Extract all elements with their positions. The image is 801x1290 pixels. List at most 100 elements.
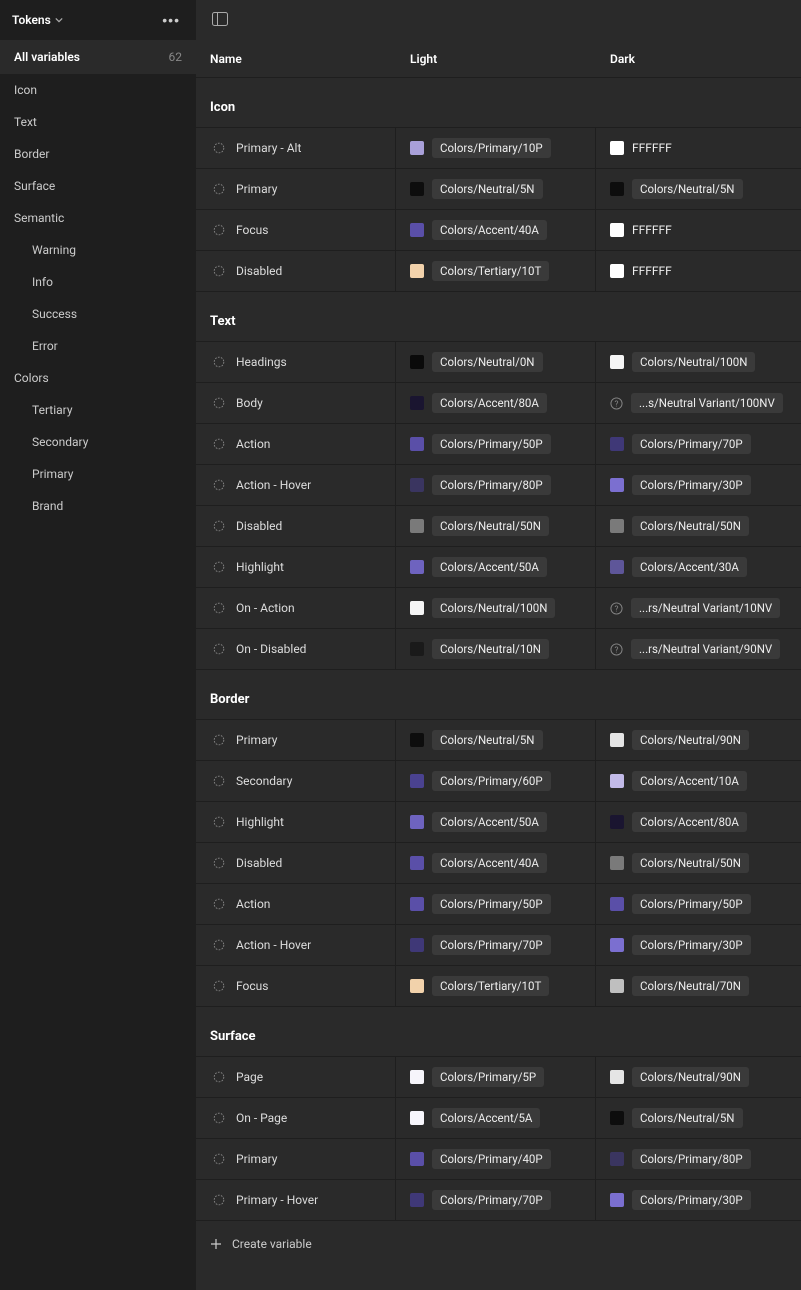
alias-chip[interactable]: Colors/Primary/5P	[432, 1067, 544, 1087]
cell-dark[interactable]: Colors/Neutral/90N	[596, 1057, 796, 1097]
variable-row[interactable]: SecondaryColors/Primary/60PColors/Accent…	[196, 761, 801, 802]
alias-chip[interactable]: Colors/Neutral/100N	[632, 352, 755, 372]
variable-row[interactable]: FocusColors/Accent/40AFFFFFF	[196, 210, 801, 251]
variable-row[interactable]: HeadingsColors/Neutral/0NColors/Neutral/…	[196, 342, 801, 383]
alias-chip[interactable]: Colors/Accent/50A	[432, 812, 547, 832]
alias-chip[interactable]: Colors/Primary/60P	[432, 771, 551, 791]
alias-chip[interactable]: Colors/Accent/80A	[632, 812, 747, 832]
variable-row[interactable]: Action - HoverColors/Primary/80PColors/P…	[196, 465, 801, 506]
variable-row[interactable]: Primary - AltColors/Primary/10PFFFFFF	[196, 128, 801, 169]
cell-dark[interactable]: ?...rs/Neutral Variant/10NV	[596, 588, 796, 628]
all-variables-row[interactable]: All variables 62	[0, 40, 196, 74]
alias-chip[interactable]: Colors/Accent/30A	[632, 557, 747, 577]
sidebar-item-error[interactable]: Error	[0, 330, 196, 362]
variable-row[interactable]: PrimaryColors/Primary/40PColors/Primary/…	[196, 1139, 801, 1180]
cell-light[interactable]: Colors/Primary/80P	[396, 465, 596, 505]
alias-chip[interactable]: Colors/Primary/50P	[632, 894, 751, 914]
group-header-border[interactable]: Border	[196, 670, 801, 719]
variable-row[interactable]: DisabledColors/Accent/40AColors/Neutral/…	[196, 843, 801, 884]
cell-light[interactable]: Colors/Neutral/10N	[396, 629, 596, 669]
alias-chip[interactable]: Colors/Primary/40P	[432, 1149, 551, 1169]
variable-row[interactable]: PrimaryColors/Neutral/5NColors/Neutral/9…	[196, 720, 801, 761]
sidebar-item-info[interactable]: Info	[0, 266, 196, 298]
alias-chip[interactable]: Colors/Primary/10P	[432, 138, 551, 158]
alias-chip[interactable]: Colors/Neutral/50N	[432, 516, 549, 536]
alias-chip[interactable]: Colors/Neutral/100N	[432, 598, 555, 618]
alias-chip[interactable]: Colors/Tertiary/10T	[432, 261, 549, 281]
more-button[interactable]: •••	[158, 8, 184, 32]
sidebar-item-tertiary[interactable]: Tertiary	[0, 394, 196, 426]
sidebar-item-border[interactable]: Border	[0, 138, 196, 170]
cell-light[interactable]: Colors/Primary/70P	[396, 925, 596, 965]
variable-row[interactable]: ActionColors/Primary/50PColors/Primary/5…	[196, 884, 801, 925]
variable-row[interactable]: FocusColors/Tertiary/10TColors/Neutral/7…	[196, 966, 801, 1007]
cell-dark[interactable]: Colors/Neutral/5N	[596, 169, 796, 209]
sidebar-item-success[interactable]: Success	[0, 298, 196, 330]
cell-dark[interactable]: Colors/Neutral/50N	[596, 843, 796, 883]
cell-dark[interactable]: Colors/Primary/50P	[596, 884, 796, 924]
alias-chip[interactable]: Colors/Neutral/90N	[632, 730, 749, 750]
alias-chip[interactable]: Colors/Neutral/90N	[632, 1067, 749, 1087]
cell-dark[interactable]: Colors/Neutral/100N	[596, 342, 796, 382]
alias-chip[interactable]: Colors/Neutral/5N	[432, 730, 543, 750]
alias-chip[interactable]: Colors/Primary/80P	[632, 1149, 751, 1169]
alias-chip[interactable]: Colors/Primary/50P	[432, 894, 551, 914]
alias-chip[interactable]: Colors/Accent/10A	[632, 771, 747, 791]
variable-row[interactable]: On - DisabledColors/Neutral/10N?...rs/Ne…	[196, 629, 801, 670]
group-header-surface[interactable]: Surface	[196, 1007, 801, 1056]
alias-chip[interactable]: ...rs/Neutral Variant/10NV	[631, 598, 780, 618]
cell-light[interactable]: Colors/Tertiary/10T	[396, 251, 596, 291]
alias-chip[interactable]: Colors/Accent/5A	[432, 1108, 540, 1128]
cell-dark[interactable]: FFFFFF	[596, 210, 796, 250]
alias-chip[interactable]: ...rs/Neutral Variant/90NV	[631, 639, 780, 659]
cell-light[interactable]: Colors/Accent/40A	[396, 843, 596, 883]
cell-light[interactable]: Colors/Primary/50P	[396, 424, 596, 464]
cell-dark[interactable]: ?...s/Neutral Variant/100NV	[596, 383, 796, 423]
alias-chip[interactable]: Colors/Primary/30P	[632, 475, 751, 495]
sidebar-item-brand[interactable]: Brand	[0, 490, 196, 522]
cell-light[interactable]: Colors/Primary/10P	[396, 128, 596, 168]
sidebar-item-surface[interactable]: Surface	[0, 170, 196, 202]
variable-row[interactable]: On - PageColors/Accent/5AColors/Neutral/…	[196, 1098, 801, 1139]
alias-chip[interactable]: Colors/Primary/70P	[432, 1190, 551, 1210]
alias-chip[interactable]: Colors/Neutral/50N	[632, 853, 749, 873]
alias-chip[interactable]: Colors/Neutral/5N	[632, 1108, 743, 1128]
sidebar-item-primary[interactable]: Primary	[0, 458, 196, 490]
variable-row[interactable]: PageColors/Primary/5PColors/Neutral/90N	[196, 1057, 801, 1098]
cell-dark[interactable]: Colors/Primary/30P	[596, 465, 796, 505]
cell-dark[interactable]: Colors/Neutral/70N	[596, 966, 796, 1006]
sidebar-item-colors[interactable]: Colors	[0, 362, 196, 394]
alias-chip[interactable]: Colors/Primary/80P	[432, 475, 551, 495]
cell-light[interactable]: Colors/Primary/5P	[396, 1057, 596, 1097]
cell-light[interactable]: Colors/Neutral/5N	[396, 169, 596, 209]
group-header-icon[interactable]: Icon	[196, 78, 801, 127]
cell-dark[interactable]: FFFFFF	[596, 251, 796, 291]
cell-light[interactable]: Colors/Primary/60P	[396, 761, 596, 801]
hex-value[interactable]: FFFFFF	[632, 264, 672, 278]
cell-dark[interactable]: ?...rs/Neutral Variant/90NV	[596, 629, 796, 669]
cell-light[interactable]: Colors/Neutral/0N	[396, 342, 596, 382]
col-header-dark[interactable]: Dark	[596, 52, 796, 66]
variable-row[interactable]: On - ActionColors/Neutral/100N?...rs/Neu…	[196, 588, 801, 629]
alias-chip[interactable]: Colors/Neutral/5N	[632, 179, 743, 199]
sidebar-toggle-button[interactable]	[208, 8, 232, 33]
create-variable-button[interactable]: Create variable	[196, 1221, 801, 1267]
alias-chip[interactable]: Colors/Primary/30P	[632, 935, 751, 955]
variable-row[interactable]: BodyColors/Accent/80A?...s/Neutral Varia…	[196, 383, 801, 424]
alias-chip[interactable]: Colors/Neutral/70N	[632, 976, 749, 996]
cell-light[interactable]: Colors/Accent/40A	[396, 210, 596, 250]
hex-value[interactable]: FFFFFF	[632, 141, 672, 155]
cell-dark[interactable]: Colors/Primary/30P	[596, 1180, 796, 1220]
cell-dark[interactable]: Colors/Neutral/90N	[596, 720, 796, 760]
cell-dark[interactable]: Colors/Accent/30A	[596, 547, 796, 587]
hex-value[interactable]: FFFFFF	[632, 223, 672, 237]
alias-chip[interactable]: Colors/Neutral/5N	[432, 179, 543, 199]
cell-light[interactable]: Colors/Tertiary/10T	[396, 966, 596, 1006]
cell-dark[interactable]: Colors/Primary/70P	[596, 424, 796, 464]
alias-chip[interactable]: Colors/Primary/70P	[632, 434, 751, 454]
cell-light[interactable]: Colors/Neutral/5N	[396, 720, 596, 760]
alias-chip[interactable]: Colors/Accent/50A	[432, 557, 547, 577]
cell-light[interactable]: Colors/Accent/80A	[396, 383, 596, 423]
cell-dark[interactable]: Colors/Primary/30P	[596, 925, 796, 965]
cell-light[interactable]: Colors/Accent/50A	[396, 802, 596, 842]
